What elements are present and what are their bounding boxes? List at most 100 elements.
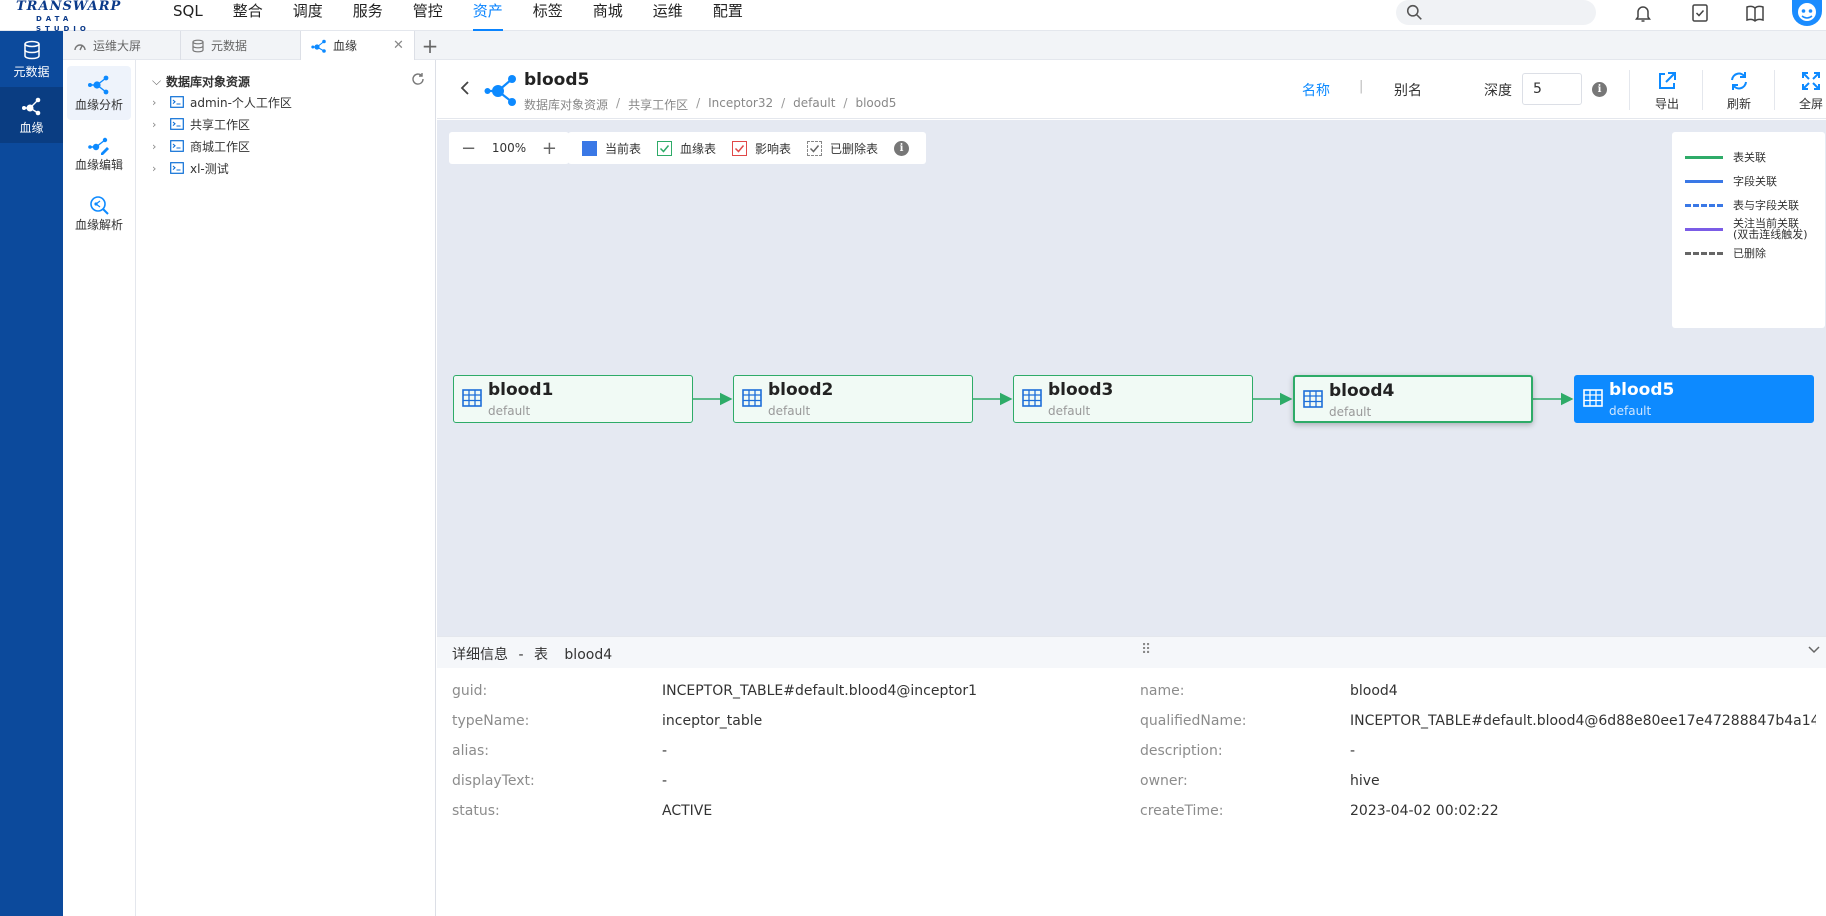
lineage-node-selected[interactable]: blood4 default <box>1293 375 1533 423</box>
tab-lineage[interactable]: 血缘 ✕ <box>301 31 415 60</box>
checkbox[interactable] <box>657 140 673 156</box>
app-sidebar: 元数据 血缘 <box>0 31 63 916</box>
nav-mall[interactable]: 商城 <box>578 0 638 31</box>
tree-node-admin[interactable]: › admin-个人工作区 <box>152 93 292 111</box>
info-icon[interactable]: i <box>894 140 910 156</box>
tab-label: 元数据 <box>211 39 248 53</box>
nav-assets[interactable]: 资产 <box>458 0 518 31</box>
nav-integration[interactable]: 整合 <box>218 0 278 31</box>
subnav-lineage-analysis[interactable]: 血缘分析 <box>67 66 131 120</box>
export-button[interactable]: 导出 <box>1647 70 1687 112</box>
chevron-right-icon: › <box>152 139 157 153</box>
nav-control[interactable]: 管控 <box>398 0 458 31</box>
nav-config[interactable]: 配置 <box>698 0 758 31</box>
lineage-node[interactable]: blood2 default <box>733 375 973 423</box>
search-input[interactable] <box>1396 0 1596 25</box>
drag-handle-icon[interactable]: ⠿ <box>1141 642 1151 658</box>
details-title-dash: - <box>518 647 524 663</box>
refresh-icon <box>1731 72 1747 90</box>
zoom-level: 100% <box>491 141 527 155</box>
tab-label: 血缘 <box>333 39 358 53</box>
legend-lineage[interactable]: 血缘表 <box>657 140 716 157</box>
detail-key: typeName: <box>452 713 530 729</box>
lineage-subnav: 血缘分析 血缘编辑 血缘解析 <box>63 60 136 916</box>
refresh-icon[interactable] <box>411 72 425 86</box>
info-icon[interactable]: i <box>1592 82 1607 97</box>
avatar[interactable] <box>1792 0 1822 26</box>
legend-deleted[interactable]: 已删除表 <box>807 140 878 157</box>
breadcrumb-item[interactable]: default <box>793 96 835 113</box>
detail-value: - <box>662 773 668 789</box>
tree-root-label: 数据库对象资源 <box>166 74 251 89</box>
depth-input[interactable]: 5 <box>1522 73 1582 105</box>
add-tab-button[interactable]: + <box>415 31 445 60</box>
fullscreen-button[interactable]: 全屏 <box>1791 70 1826 112</box>
show-alias-toggle[interactable]: 别名 <box>1394 80 1422 100</box>
tree-node-label: xl-测试 <box>190 161 229 176</box>
details-title-kind: 表 <box>533 647 548 663</box>
tab-metadata[interactable]: 元数据 <box>181 31 301 60</box>
chevron-down-icon[interactable] <box>1807 645 1821 655</box>
zoom-out-button[interactable]: − <box>461 138 476 159</box>
tree-node-mall[interactable]: › 商城工作区 <box>152 137 250 155</box>
table-icon <box>462 389 482 407</box>
detail-value: - <box>1350 743 1356 759</box>
tree-node-shared[interactable]: › 共享工作区 <box>152 115 250 133</box>
nav-service[interactable]: 服务 <box>338 0 398 31</box>
line-swatch <box>1685 203 1723 207</box>
detail-value: - <box>662 743 668 759</box>
edge-legend-hint: (双击连线触发) <box>1733 228 1808 241</box>
tree-node-label: 商城工作区 <box>190 139 251 154</box>
lineage-node-current[interactable]: blood5 default <box>1574 375 1814 423</box>
legend-label: 当前表 <box>605 141 642 156</box>
subnav-lineage-edit[interactable]: 血缘编辑 <box>67 126 131 180</box>
legend-current: 当前表 <box>582 140 641 157</box>
subnav-lineage-parse[interactable]: 血缘解析 <box>67 186 131 240</box>
breadcrumb-separator: / <box>843 96 848 110</box>
detail-key: displayText: <box>452 773 535 789</box>
breadcrumb-item[interactable]: 共享工作区 <box>628 96 688 113</box>
nav-sql[interactable]: SQL <box>158 0 218 31</box>
lineage-canvas[interactable]: − 100% + 当前表 血缘表 影响表 已删除表 i 表关联 字段关联 表与字… <box>437 120 1826 636</box>
node-database: default <box>488 404 531 418</box>
show-name-toggle[interactable]: 名称 <box>1302 80 1330 100</box>
tab-ops-dashboard[interactable]: 运维大屏 <box>63 31 181 60</box>
sidebar-item-metadata[interactable]: 元数据 <box>0 31 63 87</box>
tree-node-xl-test[interactable]: › xl-测试 <box>152 159 229 177</box>
table-icon <box>1583 389 1603 407</box>
edge-legend-label: 字段关联 <box>1733 175 1777 188</box>
resource-tree: ⌵ 数据库对象资源 › admin-个人工作区 › 共享工作区 › 商城工作区 … <box>136 60 436 916</box>
nav-ops[interactable]: 运维 <box>638 0 698 31</box>
edge-legend: 表关联 字段关联 表与字段关联 关注当前关联 (双击连线触发) 已删除 <box>1672 132 1825 328</box>
detail-value: inceptor_table <box>662 713 763 729</box>
tree-root[interactable]: ⌵ 数据库对象资源 <box>152 72 425 90</box>
book-icon[interactable] <box>1744 2 1766 24</box>
tab-bar: 运维大屏 元数据 血缘 ✕ + <box>63 31 1826 60</box>
task-check-icon[interactable] <box>1689 2 1711 24</box>
lineage-node[interactable]: blood3 default <box>1013 375 1253 423</box>
node-database: default <box>768 404 811 418</box>
lineage-node[interactable]: blood1 default <box>453 375 693 423</box>
refresh-button[interactable]: 刷新 <box>1719 70 1759 112</box>
dashboard-icon <box>74 43 86 50</box>
node-database: default <box>1329 405 1372 419</box>
breadcrumb-item[interactable]: 数据库对象资源 <box>524 96 608 113</box>
bell-icon[interactable] <box>1632 2 1654 24</box>
breadcrumb-item[interactable]: Inceptor32 <box>708 96 773 113</box>
legend-label: 已删除表 <box>830 141 879 156</box>
breadcrumb-item[interactable]: blood5 <box>855 96 896 113</box>
legend-impact[interactable]: 影响表 <box>732 140 791 157</box>
checkbox[interactable] <box>732 140 748 156</box>
detail-value: 2023-04-02 00:02:22 <box>1350 803 1499 819</box>
sidebar-item-lineage[interactable]: 血缘 <box>0 87 63 143</box>
detail-key: status: <box>452 803 500 819</box>
divider <box>1702 70 1703 110</box>
details-title: 详细信息 - 表 blood4 <box>452 644 618 664</box>
checkbox[interactable] <box>807 140 823 156</box>
subnav-label: 血缘编辑 <box>74 157 123 172</box>
nav-tags[interactable]: 标签 <box>518 0 578 31</box>
back-arrow-icon[interactable] <box>459 80 471 96</box>
nav-scheduling[interactable]: 调度 <box>278 0 338 31</box>
close-icon[interactable]: ✕ <box>393 38 404 53</box>
zoom-in-button[interactable]: + <box>542 138 557 159</box>
